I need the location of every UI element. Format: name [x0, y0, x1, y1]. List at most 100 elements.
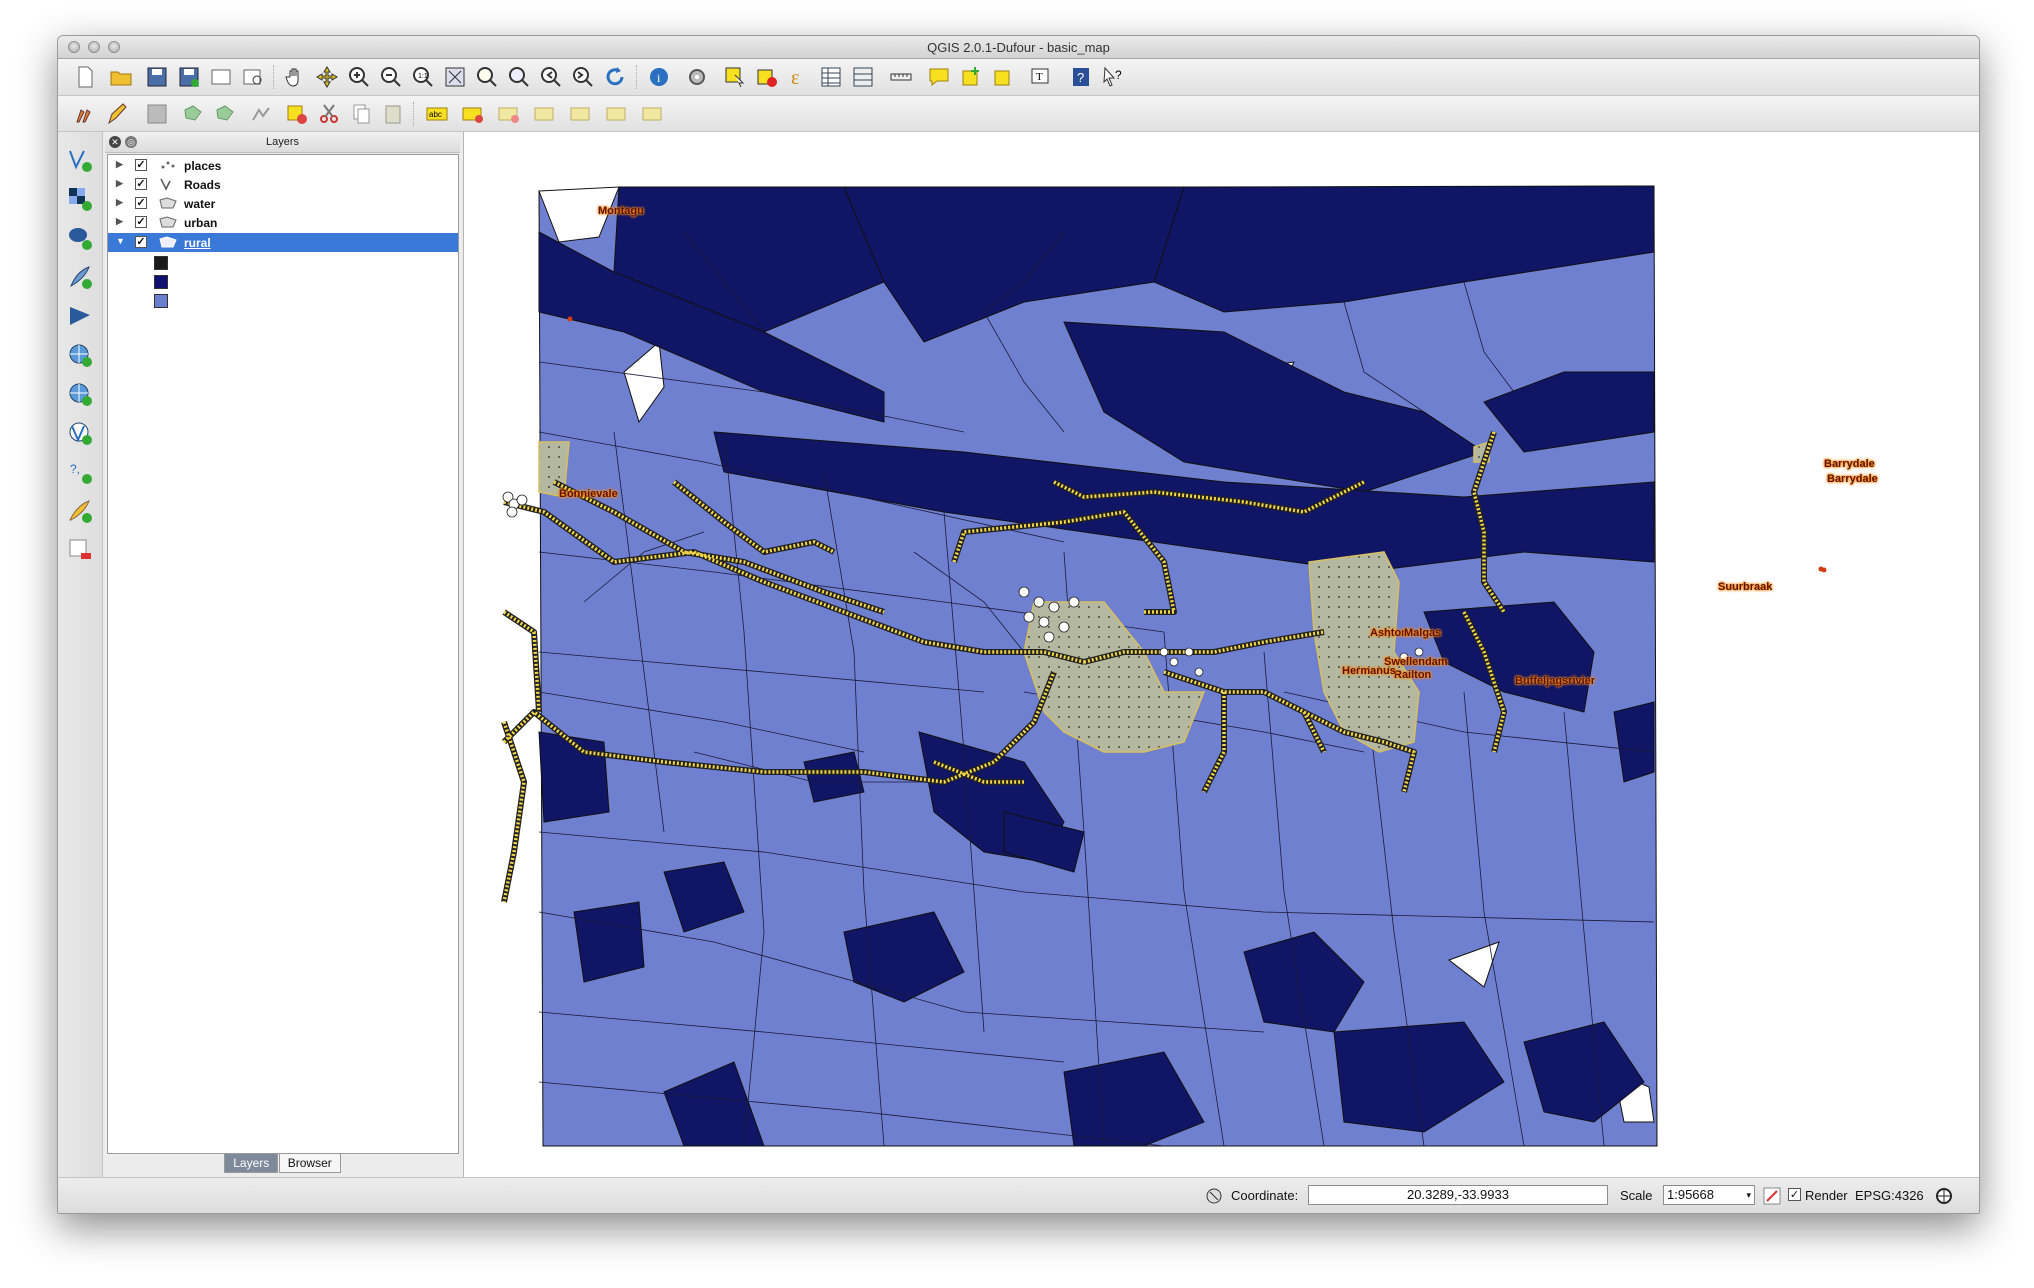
- expand-arrow-icon[interactable]: ▶: [116, 197, 123, 208]
- add-wfs-layer-button[interactable]: [66, 419, 94, 447]
- layers-tree[interactable]: ▶ ✓ places ▶ ✓ Roads ▶ ✓ water ▶ ✓ urban…: [107, 154, 459, 1154]
- open-project-button[interactable]: [108, 64, 134, 90]
- measure-button[interactable]: [888, 64, 914, 90]
- add-mssql-layer-button[interactable]: [66, 302, 94, 330]
- stop-render-icon[interactable]: [1762, 1186, 1782, 1206]
- zoom-next-button[interactable]: [570, 64, 596, 90]
- attribute-table-button[interactable]: [818, 64, 844, 90]
- layer-row-rural[interactable]: ▼ ✓ rural: [108, 233, 458, 252]
- show-hide-labels-button[interactable]: [496, 101, 522, 127]
- refresh-button[interactable]: [602, 64, 628, 90]
- layer-visibility-checkbox[interactable]: ✓: [135, 236, 147, 248]
- add-postgis-layer-button[interactable]: [66, 224, 94, 252]
- spatialite-feather-icon: [70, 266, 92, 289]
- zoom-last-button[interactable]: [538, 64, 564, 90]
- pin-labels-button[interactable]: [460, 101, 486, 127]
- scale-combobox[interactable]: 1:95668 ▾: [1663, 1185, 1755, 1205]
- layer-name: rural: [184, 236, 211, 250]
- map-canvas[interactable]: Montagu Barrydale Barrydale Bonnievale S…: [463, 132, 1980, 1177]
- remove-layer-button[interactable]: [66, 536, 94, 564]
- coordinate-field[interactable]: 20.3289,-33.9933: [1308, 1185, 1608, 1205]
- add-raster-layer-button[interactable]: [66, 185, 94, 213]
- node-tool-button[interactable]: [248, 101, 274, 127]
- save-edits-button[interactable]: [144, 101, 170, 127]
- show-bookmarks-button[interactable]: [990, 64, 1016, 90]
- copy-features-button[interactable]: [348, 101, 374, 127]
- map-label-place: Montagu: [598, 205, 644, 217]
- whats-this-button[interactable]: ?: [1100, 64, 1126, 90]
- help-button[interactable]: ?: [1068, 64, 1094, 90]
- zoom-out-button[interactable]: [378, 64, 404, 90]
- expand-arrow-icon[interactable]: ▶: [116, 178, 123, 189]
- label-abc-button[interactable]: abc: [424, 101, 450, 127]
- composer-manager-button[interactable]: [240, 64, 266, 90]
- map-label-place: Barrydale: [1824, 458, 1875, 470]
- add-wcs-layer-button[interactable]: [66, 380, 94, 408]
- pan-button[interactable]: [282, 64, 308, 90]
- tab-layers[interactable]: Layers: [224, 1154, 279, 1173]
- move-feature-button[interactable]: [212, 101, 238, 127]
- window-title: QGIS 2.0.1-Dufour - basic_map: [927, 40, 1110, 55]
- save-project-button[interactable]: [144, 64, 170, 90]
- cut-features-button[interactable]: [316, 101, 342, 127]
- tab-browser[interactable]: Browser: [278, 1154, 341, 1173]
- new-shapefile-icon: [69, 500, 92, 523]
- zoom-next-icon: [573, 67, 593, 87]
- new-print-composer-button[interactable]: [208, 64, 234, 90]
- field-calculator-button[interactable]: ε: [786, 64, 812, 90]
- save-icon: [147, 67, 167, 87]
- toggle-extents-icon[interactable]: [1205, 1187, 1223, 1205]
- render-checkbox[interactable]: ✓: [1788, 1188, 1801, 1201]
- zoom-to-layer-button[interactable]: [506, 64, 532, 90]
- add-spatialite-layer-button[interactable]: [66, 263, 94, 291]
- add-wms-layer-button[interactable]: [66, 341, 94, 369]
- map-svg[interactable]: [464, 132, 1980, 1177]
- layer-visibility-checkbox[interactable]: ✓: [135, 197, 147, 209]
- identify-button[interactable]: i: [646, 64, 672, 90]
- add-delimited-text-layer-button[interactable]: ?,: [66, 458, 94, 486]
- move-label-button[interactable]: [532, 101, 558, 127]
- layer-row-roads[interactable]: ▶ ✓ Roads: [108, 175, 458, 194]
- render-label: Render: [1805, 1188, 1848, 1203]
- statistics-icon: [853, 67, 873, 87]
- add-feature-button[interactable]: [180, 101, 206, 127]
- action-button[interactable]: [684, 64, 710, 90]
- text-annotation-button[interactable]: T: [1028, 64, 1054, 90]
- epsilon-icon: ε: [791, 67, 799, 89]
- select-features-button[interactable]: [722, 64, 748, 90]
- pan-to-selection-button[interactable]: [314, 64, 340, 90]
- pan-selection-icon: [316, 66, 338, 88]
- collapse-arrow-icon[interactable]: ▼: [116, 236, 125, 246]
- current-edits-button[interactable]: [72, 101, 98, 127]
- layer-visibility-checkbox[interactable]: ✓: [135, 178, 147, 190]
- statistics-button[interactable]: [850, 64, 876, 90]
- deselect-button[interactable]: [754, 64, 780, 90]
- add-vector-layer-button[interactable]: [66, 146, 94, 174]
- change-label-button[interactable]: [604, 101, 630, 127]
- zoom-full-button[interactable]: [442, 64, 468, 90]
- map-tips-button[interactable]: [926, 64, 952, 90]
- new-project-button[interactable]: [72, 64, 98, 90]
- save-as-button[interactable]: [176, 64, 202, 90]
- projection-globe-icon[interactable]: [1935, 1187, 1953, 1205]
- zoom-layer-icon: [509, 67, 529, 87]
- layer-visibility-checkbox[interactable]: ✓: [135, 159, 147, 171]
- expand-arrow-icon[interactable]: ▶: [116, 216, 123, 227]
- ruler-icon: [890, 73, 912, 81]
- rotate-label-button[interactable]: [568, 101, 594, 127]
- new-bookmark-button[interactable]: [958, 64, 984, 90]
- zoom-to-selection-button[interactable]: [474, 64, 500, 90]
- paste-features-button[interactable]: [380, 101, 406, 127]
- zoom-in-button[interactable]: [346, 64, 372, 90]
- layer-visibility-checkbox[interactable]: ✓: [135, 216, 147, 228]
- zoom-actual-button[interactable]: 1:1: [410, 64, 436, 90]
- toggle-editing-button[interactable]: [104, 101, 130, 127]
- layer-row-urban[interactable]: ▶ ✓ urban: [108, 213, 458, 232]
- layer-row-water[interactable]: ▶ ✓ water: [108, 194, 458, 213]
- crs-status[interactable]: EPSG:4326: [1855, 1188, 1924, 1203]
- expand-arrow-icon[interactable]: ▶: [116, 159, 123, 170]
- new-shapefile-layer-button[interactable]: [66, 497, 94, 525]
- delete-selected-button[interactable]: [284, 101, 310, 127]
- layer-row-places[interactable]: ▶ ✓ places: [108, 156, 458, 175]
- label-settings-button[interactable]: [640, 101, 666, 127]
